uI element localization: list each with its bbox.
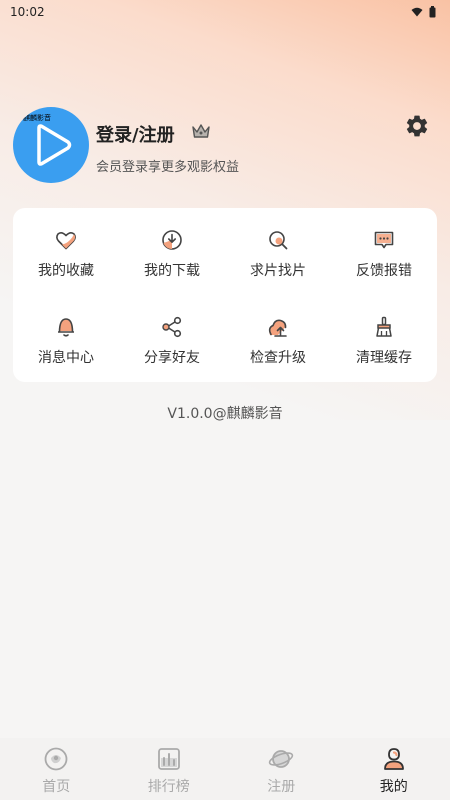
login-register-link[interactable]: 登录/注册 (96, 121, 175, 147)
upgrade-icon (268, 319, 287, 337)
bell-icon (58, 318, 74, 337)
menu-label: 我的下载 (144, 263, 200, 279)
home-icon (44, 747, 68, 771)
share-icon (162, 316, 182, 338)
avatar-caption: 麒麟影音 (23, 114, 51, 122)
menu-item-downloads[interactable]: 我的下载 (119, 208, 225, 295)
tab-label: 首页 (42, 779, 71, 795)
menu-item-favorites[interactable]: 我的收藏 (13, 208, 119, 295)
tab-home[interactable]: 首页 (0, 738, 113, 800)
menu-label: 检查升级 (250, 350, 306, 366)
tab-label: 注册 (267, 779, 296, 795)
broom-icon (376, 316, 392, 337)
battery-icon (429, 6, 436, 18)
menu-item-check-update[interactable]: 检查升级 (225, 295, 331, 382)
tab-label: 排行榜 (147, 779, 190, 795)
menu-label: 分享好友 (144, 350, 200, 366)
menu-label: 消息中心 (38, 350, 94, 366)
gear-icon[interactable] (404, 113, 430, 139)
tab-register[interactable]: 注册 (225, 738, 338, 800)
crown-icon (192, 124, 210, 138)
menu-item-feedback[interactable]: 反馈报错 (331, 208, 437, 295)
menu-label: 清理缓存 (356, 350, 412, 366)
download-icon (162, 230, 182, 250)
tab-label: 我的 (379, 779, 408, 795)
heart-icon (56, 232, 76, 250)
menu-item-share[interactable]: 分享好友 (119, 295, 225, 382)
wifi-icon (411, 7, 423, 17)
menu-label: 反馈报错 (356, 263, 412, 279)
feedback-icon (374, 231, 394, 249)
profile-section: 麒麟影音 登录/注册 会员登录享更多观影权益 (13, 107, 437, 183)
tab-ranking[interactable]: 排行榜 (113, 738, 226, 800)
status-time: 10:02 (10, 5, 45, 19)
ranking-icon (157, 748, 180, 770)
version-text: V1.0.0@麒麟影音 (167, 406, 283, 422)
menu-item-messages[interactable]: 消息中心 (13, 295, 119, 382)
search-icon (269, 231, 288, 250)
menu-label: 我的收藏 (38, 263, 94, 279)
planet-icon (269, 750, 294, 768)
menu-label: 求片找片 (250, 263, 306, 279)
user-icon (383, 748, 404, 770)
tab-mine[interactable]: 我的 (338, 738, 450, 800)
avatar[interactable]: 麒麟影音 (13, 107, 89, 183)
play-icon (37, 124, 72, 166)
login-subtitle: 会员登录享更多观影权益 (96, 160, 240, 175)
menu-item-clear-cache[interactable]: 清理缓存 (331, 295, 437, 382)
menu-item-request-film[interactable]: 求片找片 (225, 208, 331, 295)
function-menu-card: 我的收藏 我的下载 求片找片 反馈报错 消息中心 分享好友 检查升级 清理缓存 (13, 208, 437, 382)
status-bar: 10:02 (0, 0, 450, 24)
bottom-tab-bar: 首页 排行榜 注册 我的 (0, 738, 450, 800)
